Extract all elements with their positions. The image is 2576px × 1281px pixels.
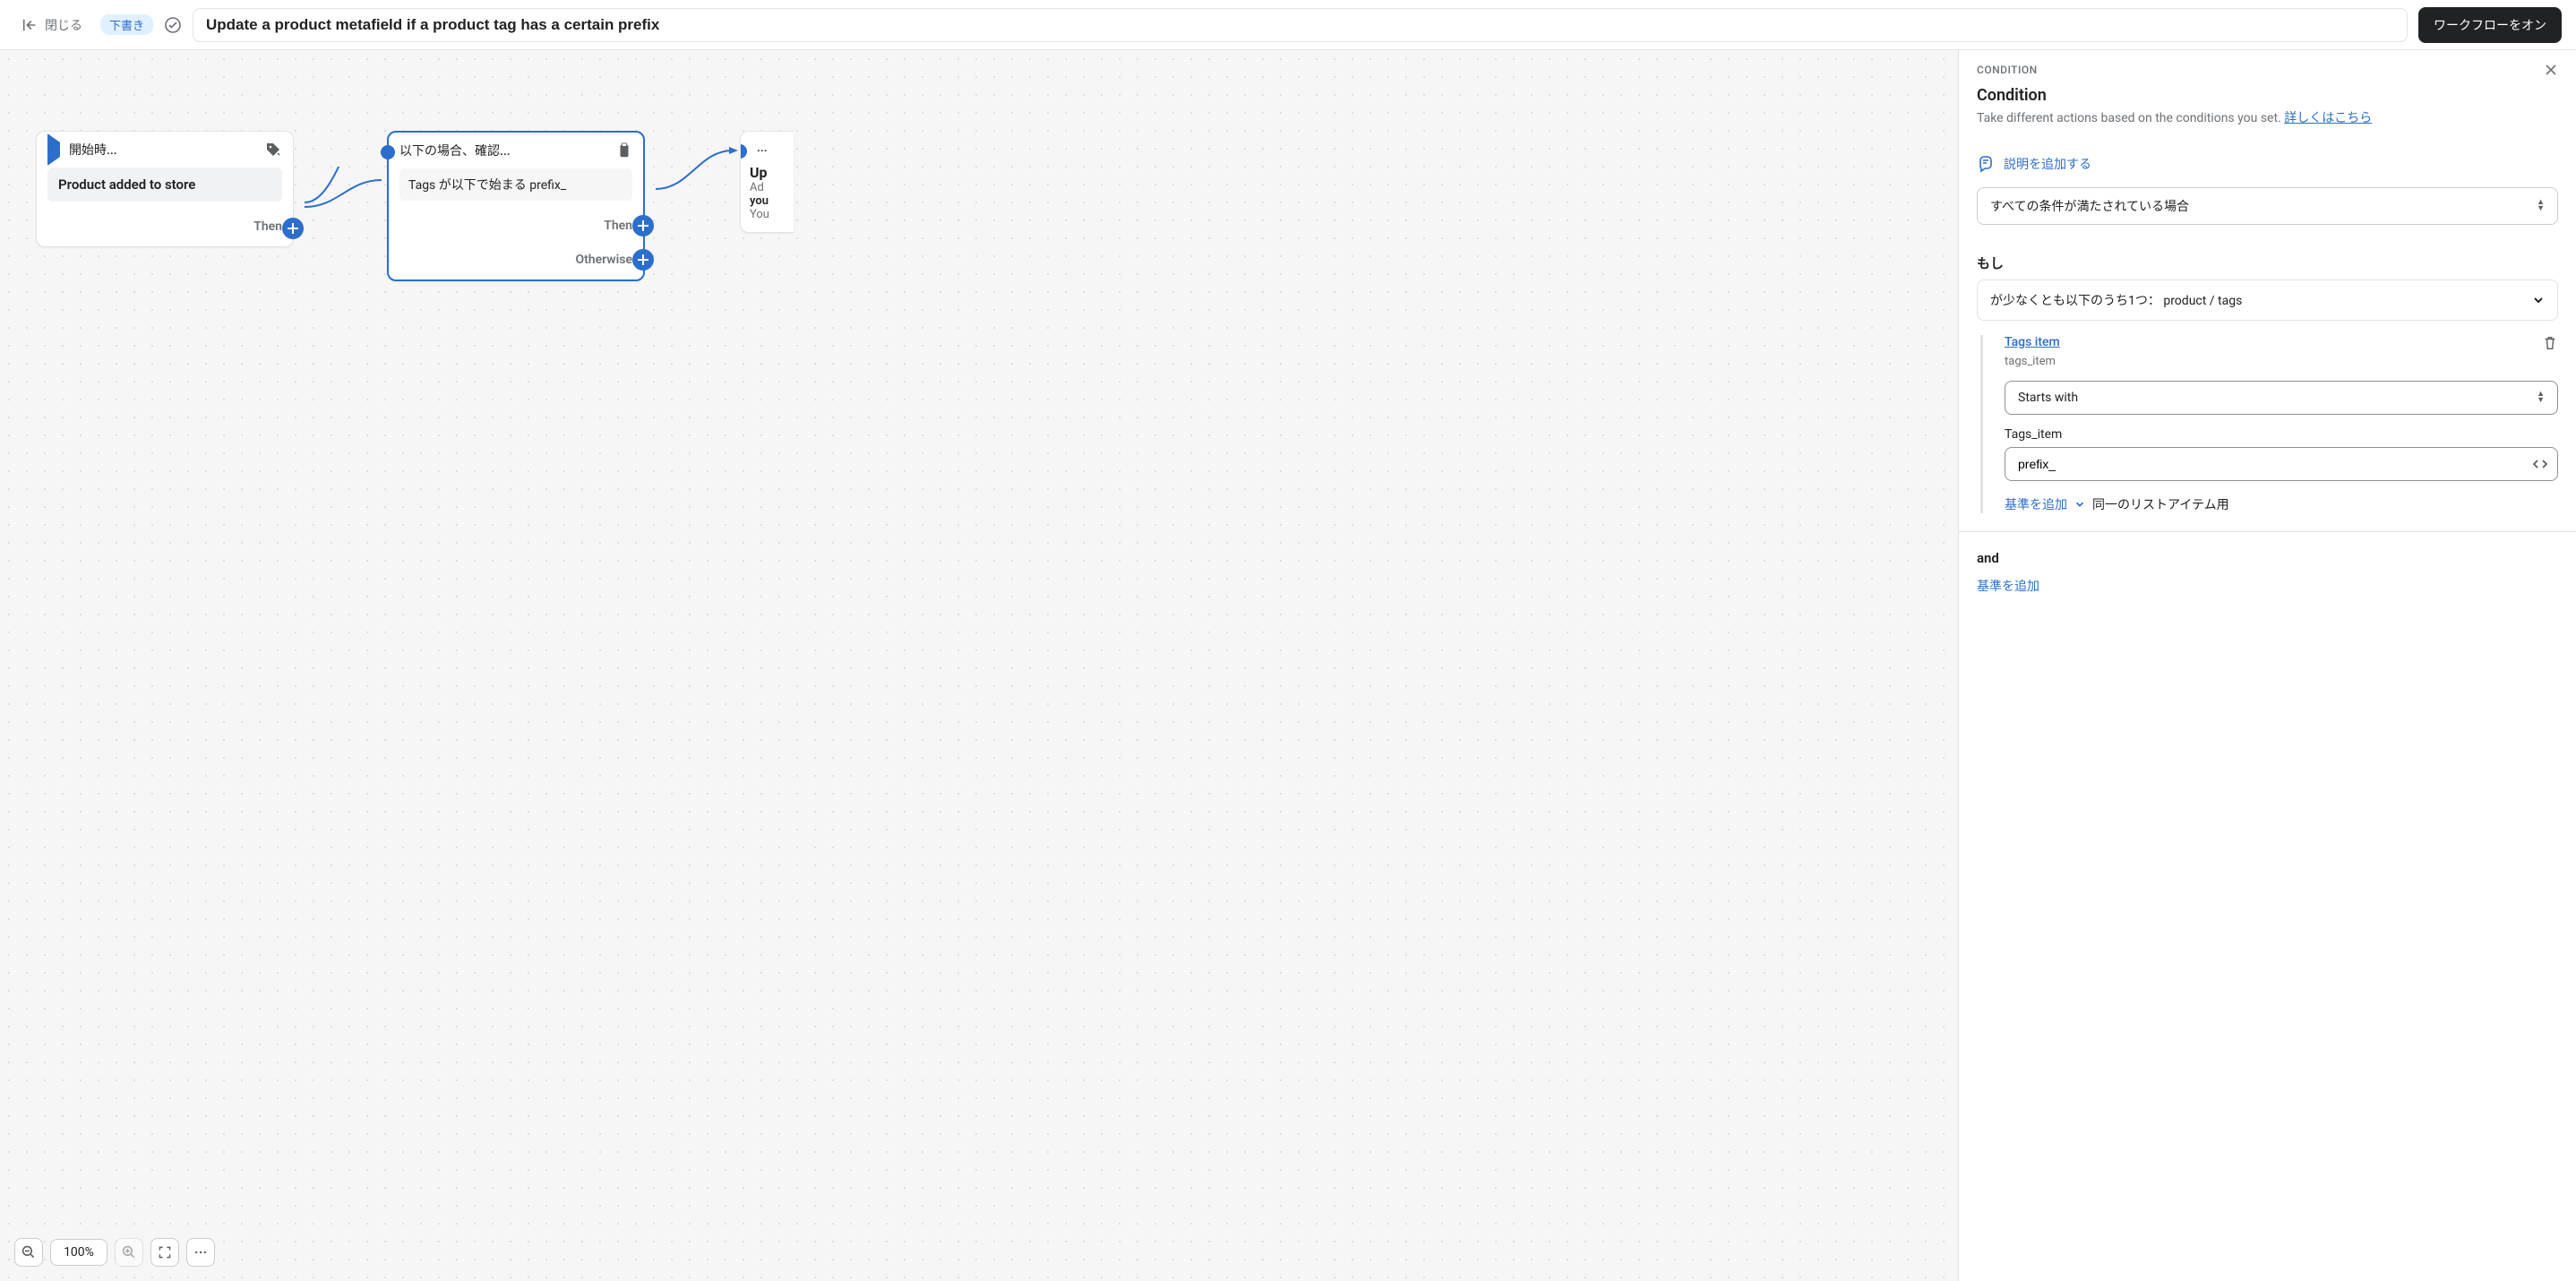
action-node[interactable]: ... Up Ad you You	[740, 131, 794, 233]
operator-select[interactable]: Starts with ▲▼	[2005, 381, 2558, 415]
check-icon	[164, 16, 182, 34]
draft-badge: 下書き	[100, 14, 153, 35]
if-label: もし	[1977, 254, 2558, 272]
add-criteria-link-2[interactable]: 基準を追加	[1977, 580, 2039, 594]
add-criteria-row: 基準を追加 同一のリストアイテム用	[2005, 495, 2558, 513]
action-line: you	[750, 194, 783, 208]
tags-item-sub: tags_item	[2005, 355, 2558, 368]
action-line: You	[750, 208, 783, 221]
chevron-down-icon	[2074, 499, 2085, 510]
add-description-button[interactable]: 説明を追加する	[1977, 155, 2091, 173]
value-input[interactable]	[2005, 447, 2558, 481]
then-label: Then	[253, 219, 282, 234]
play-icon	[47, 142, 60, 157]
select-icon: ▲▼	[2537, 200, 2545, 212]
panel-subtitle-text: Take different actions based on the cond…	[1977, 111, 2284, 125]
panel-top: CONDITION	[1959, 50, 2576, 82]
node-body: Up Ad you You	[741, 164, 794, 232]
node-header-label: 以下の場合、確認...	[399, 142, 511, 159]
node-footer: Then Otherwise	[389, 211, 643, 279]
node-header: 以下の場合、確認...	[389, 133, 643, 168]
main-area: 開始時... Product added to store Then	[0, 50, 2576, 1281]
value-input-row	[2005, 447, 2558, 481]
action-title: Up	[750, 164, 783, 181]
panel-title: Condition	[1977, 86, 2558, 105]
delete-condition-button[interactable]	[2542, 335, 2558, 351]
add-step-button[interactable]	[282, 218, 304, 239]
node-header: 開始時...	[37, 132, 293, 168]
add-criteria-link[interactable]: 基準を追加	[2005, 495, 2067, 513]
otherwise-label: Otherwise	[575, 253, 632, 267]
node-body: Product added to store	[37, 168, 293, 212]
connector	[645, 140, 743, 211]
zoom-in-button[interactable]	[115, 1238, 143, 1267]
zoom-out-button[interactable]	[14, 1238, 43, 1267]
fit-view-button[interactable]	[150, 1238, 179, 1267]
panel-header: Condition Take different actions based o…	[1959, 82, 2576, 141]
zoom-controls: 100%	[14, 1238, 215, 1267]
condition-panel: CONDITION Condition Take different actio…	[1958, 50, 2576, 1281]
add-criteria-label: 基準を追加	[2005, 498, 2067, 512]
zoom-level: 100%	[50, 1239, 107, 1266]
operator-value: Starts with	[2018, 391, 2078, 405]
match-type-select[interactable]: すべての条件が満たされている場合 ▲▼	[1977, 187, 2558, 225]
node-header-label: ...	[757, 141, 768, 155]
add-otherwise-button[interactable]	[632, 249, 654, 271]
chevron-down-icon	[2532, 294, 2545, 306]
then-label: Then	[604, 219, 632, 233]
note-icon	[1977, 155, 1995, 173]
trigger-node[interactable]: 開始時... Product added to store Then	[36, 131, 294, 247]
close-button[interactable]: 閉じる	[14, 11, 90, 39]
divider	[1959, 531, 2576, 532]
canvas[interactable]: 開始時... Product added to store Then	[0, 50, 1958, 1281]
node-footer: Then	[37, 212, 293, 246]
trigger-chip: Product added to store	[47, 168, 282, 202]
panel-section: 説明を追加する	[1959, 141, 2576, 187]
workflow-title-input[interactable]	[193, 8, 2408, 42]
input-port	[381, 145, 395, 159]
condition-group-label: が少なくとも以下のうち1つ： product / tags	[1990, 291, 2242, 309]
turn-on-workflow-button[interactable]: ワークフローをオン	[2418, 7, 2562, 43]
node-header-label: 開始時...	[69, 141, 117, 159]
close-panel-button[interactable]	[2544, 63, 2558, 77]
code-icon[interactable]	[2531, 455, 2549, 473]
panel-subtitle: Take different actions based on the cond…	[1977, 108, 2558, 126]
condition-group-toggle[interactable]: が少なくとも以下のうち1つ： product / tags	[1977, 279, 2558, 321]
condition-chip: Tags が以下で始まる prefix_	[399, 168, 632, 201]
topbar: 閉じる 下書き ワークフローをオン	[0, 0, 2576, 50]
if-section: もし が少なくとも以下のうち1つ： product / tags Tags it…	[1959, 239, 2576, 609]
condition-block: Tags item tags_item Starts with ▲▼ Tags_…	[1980, 335, 2558, 513]
tags-item-link[interactable]: Tags item	[2005, 335, 2060, 349]
close-label: 閉じる	[45, 16, 82, 34]
clipboard-icon	[616, 142, 632, 159]
same-list-item-label: 同一のリストアイテム用	[2092, 495, 2229, 513]
more-button[interactable]	[186, 1238, 215, 1267]
condition-header: Tags item	[2005, 335, 2558, 351]
action-line: Ad	[750, 181, 783, 194]
connector	[294, 167, 392, 220]
condition-node[interactable]: 以下の場合、確認... Tags が以下で始まる prefix_ Then Ot…	[387, 131, 645, 281]
value-field-label: Tags_item	[2005, 427, 2558, 442]
add-then-button[interactable]	[632, 215, 654, 236]
panel-category-label: CONDITION	[1977, 64, 2038, 76]
tag-icon	[264, 141, 282, 159]
panel-section: すべての条件が満たされている場合 ▲▼	[1959, 187, 2576, 239]
match-type-value: すべての条件が満たされている場合	[1990, 197, 2189, 215]
select-icon: ▲▼	[2537, 391, 2545, 404]
node-body: Tags が以下で始まる prefix_	[389, 168, 643, 211]
exit-icon	[21, 17, 38, 33]
and-label: and	[1977, 550, 2558, 566]
add-description-label: 説明を追加する	[2004, 155, 2091, 173]
learn-more-link[interactable]: 詳しくはこちら	[2284, 111, 2372, 125]
node-header: ...	[741, 132, 794, 164]
